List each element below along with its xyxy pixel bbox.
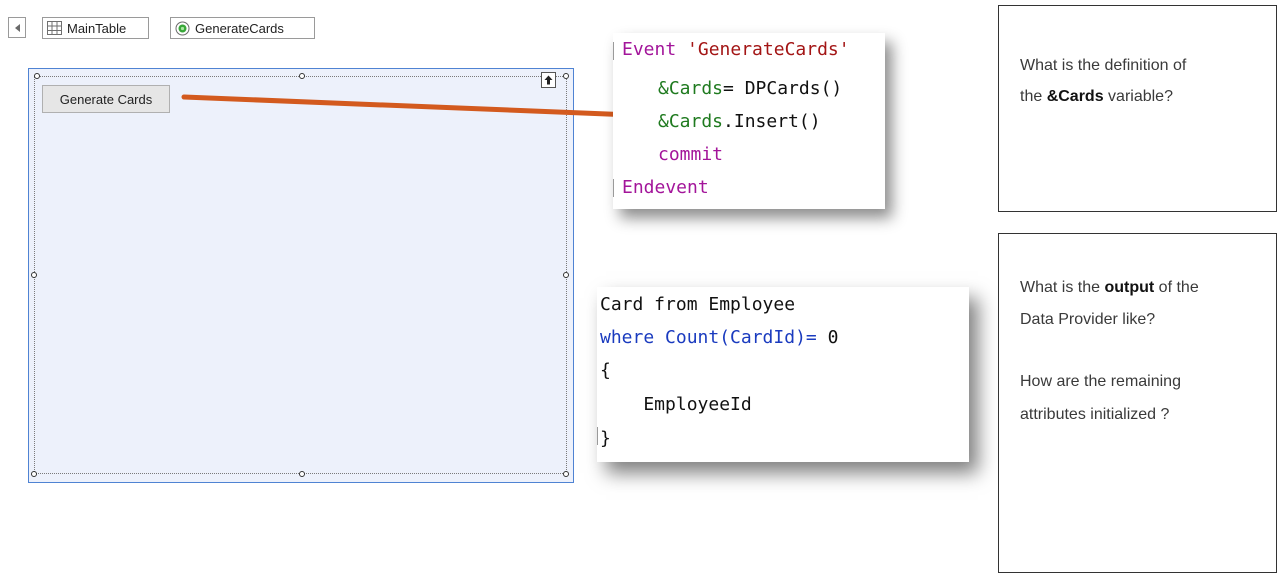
question-text: How are the remaining [1020, 373, 1181, 390]
text-span: variable? [1103, 88, 1173, 105]
highlight-text: output [1104, 279, 1155, 296]
variable: &Cards [658, 78, 724, 99]
code-line: &Cards= DPCards() [658, 75, 842, 103]
text-span: the [1020, 88, 1047, 105]
question-box-output: What is the output of the Data Provider … [998, 233, 1277, 573]
text-span: What is the [1020, 279, 1105, 296]
code-line: Event 'GenerateCards' [622, 36, 850, 64]
keyword: commit [658, 144, 724, 165]
resize-handle[interactable] [31, 272, 37, 278]
code-line: } [600, 428, 611, 449]
question-text: Data Provider like? [1020, 311, 1156, 328]
variable: &Cards [658, 111, 724, 132]
breadcrumb-item-generatecards[interactable]: GenerateCards [170, 17, 315, 39]
code-text: .Insert() [723, 111, 821, 132]
code-line: EmployeeId [600, 394, 752, 415]
resize-handle[interactable] [299, 471, 305, 477]
back-arrow-button[interactable] [8, 17, 26, 38]
fold-marker [597, 427, 598, 445]
question-text: the &Cards variable? [1020, 88, 1173, 106]
code-text: = DPCards() [723, 78, 843, 99]
question-text: What is the definition of [1020, 57, 1187, 74]
keyword: Endevent [622, 177, 709, 198]
code-line: Card from Employee [600, 294, 796, 315]
highlight-text: &Cards [1046, 88, 1104, 105]
fold-marker [613, 42, 614, 60]
arrow-connector [181, 94, 664, 129]
question-text: What is the output of the [1020, 279, 1199, 297]
resize-handle[interactable] [31, 471, 37, 477]
string-literal: 'GenerateCards' [687, 39, 850, 60]
resize-handle[interactable] [34, 73, 40, 79]
code-line: where Count(CardId)= 0 [600, 324, 838, 352]
code-line: Endevent [622, 174, 709, 202]
generate-cards-button[interactable]: Generate Cards [42, 85, 170, 113]
resize-handle[interactable] [563, 471, 569, 477]
code-line: { [600, 360, 611, 381]
code-text: where Count(CardId)= [600, 327, 817, 348]
question-box-variable: What is the definition of the &Cards var… [998, 5, 1277, 212]
event-code-panel: Event 'GenerateCards' &Cards= DPCards() … [613, 33, 885, 209]
resize-handle[interactable] [299, 73, 305, 79]
keyword: Event [622, 39, 677, 60]
fold-marker [613, 179, 614, 197]
code-text: 0 [816, 327, 839, 348]
radio-selected-icon [175, 21, 190, 35]
left-chevron-icon [14, 23, 20, 32]
breadcrumb-label: MainTable [67, 20, 127, 36]
breadcrumb-label: GenerateCards [195, 20, 284, 36]
code-line: commit [658, 141, 723, 169]
text-span: of the [1154, 279, 1199, 296]
resize-handle[interactable] [563, 73, 569, 79]
resize-handle[interactable] [563, 272, 569, 278]
question-text: attributes initialized ? [1020, 406, 1170, 423]
main-table-container[interactable] [34, 76, 567, 474]
table-icon [47, 21, 62, 35]
code-line: &Cards.Insert() [658, 108, 821, 136]
breadcrumb-item-maintable[interactable]: MainTable [42, 17, 149, 39]
data-provider-code-panel: Card from Employee where Count(CardId)= … [597, 287, 969, 462]
